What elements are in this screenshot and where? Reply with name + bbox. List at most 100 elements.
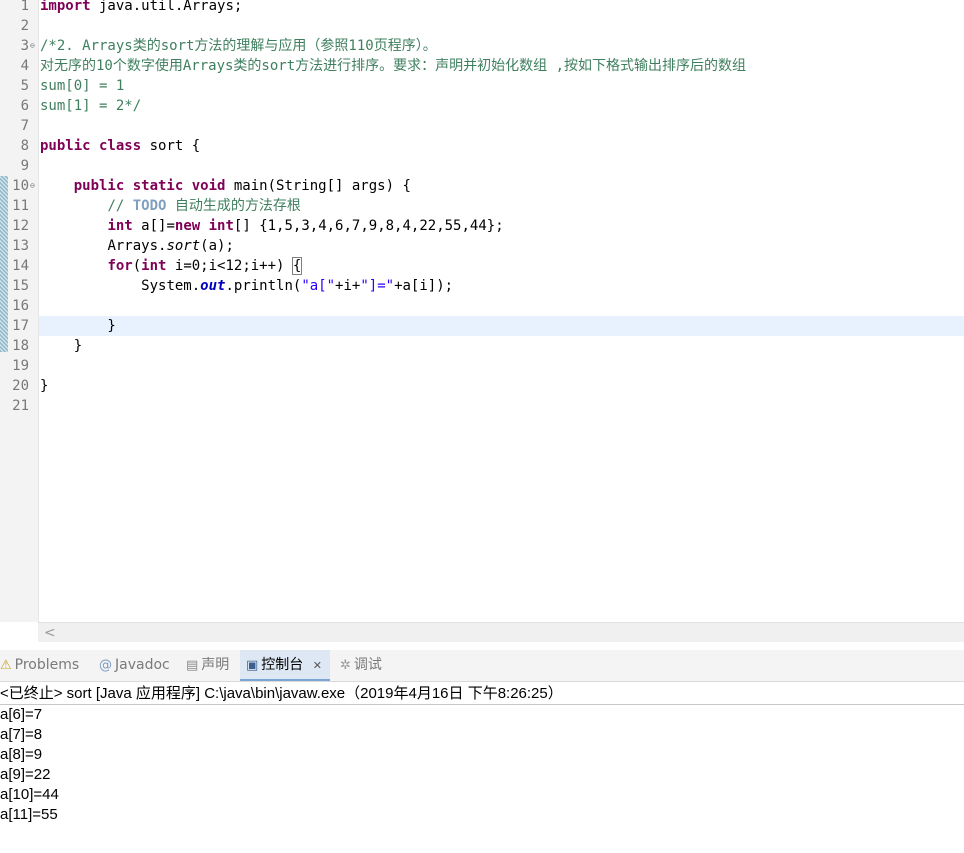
scroll-left-icon[interactable]: < [44,623,56,643]
line-number: 11 [12,198,29,214]
tab-label: Javadoc [115,657,170,673]
warning-icon: ⚠ [0,658,12,673]
keyword: new int [174,218,234,234]
at-sign-icon: @ [99,658,112,673]
string-literal: "]=" [360,278,395,294]
console-icon: ▣ [246,658,259,673]
code-text: a[]= [132,218,175,234]
line-number: 1 [20,0,29,14]
declaration-icon: ▤ [186,658,199,673]
code-line-15: System.out.println("a["+i+"]="+a[i]); [40,276,453,296]
line-number: 4 [20,58,29,74]
line-number: 12 [12,218,29,234]
comment: 自动生成的方法存根 [166,198,301,214]
tab-label: 调试 [353,657,382,673]
code-line-18: } [40,338,83,354]
code-line-6: sum[1] = 2*/ [40,98,142,114]
code-line-12: int a[]=new int[] {1,5,3,4,6,7,9,8,4,22,… [40,216,504,236]
line-number: 6 [20,98,29,114]
line-number: 7 [20,118,29,134]
code-text: +i+ [335,278,361,294]
code-line-20: } [40,378,49,394]
keyword: int [107,218,133,234]
line-number: 13 [12,238,29,254]
tab-problems[interactable]: ⚠ Problems [0,650,79,681]
line-number: 20 [12,378,29,394]
tab-console[interactable]: ▣ 控制台 ✕ [240,650,330,681]
keyword: public static void [73,178,226,194]
code-line-1: import java.util.Arrays; [40,0,242,16]
static-method: sort [166,238,201,254]
tab-javadoc[interactable]: @ Javadoc [99,650,170,681]
panel-tab-bar: ⚠ Problems @ Javadoc ▤ 声明 ▣ 控制台 ✕ ✲ 调试 [0,650,964,682]
tab-label: 控制台 [261,657,304,673]
console-line: a[7]=8 [0,726,43,743]
static-field: out [200,278,226,294]
code-line-11: // TODO 自动生成的方法存根 [40,196,301,216]
tab-label: Problems [14,657,80,673]
current-line-highlight [39,316,964,336]
tab-debug[interactable]: ✲ 调试 [340,650,382,681]
console-line: a[8]=9 [0,746,43,763]
code-text: i=0;i<12;i++) [166,258,293,274]
line-number: 3 [20,38,29,54]
console-output[interactable]: a[6]=7 a[7]=8 a[8]=9 a[9]=22 a[10]=44 a[… [0,705,964,825]
line-number: 21 [12,398,29,414]
line-number: 8 [20,138,29,154]
code-text: ( [132,258,142,274]
code-text: (a); [200,238,234,254]
code-text: .println( [225,278,302,294]
code-line-17: } [40,318,116,334]
code-text: [] {1,5,3,4,6,7,9,8,4,22,55,44}; [233,218,504,234]
todo-tag: TODO [132,198,167,214]
code-text: System. [141,278,201,294]
code-text: main(String[] args) { [225,178,411,194]
fold-toggle-icon[interactable]: ⊖ [30,36,38,56]
string-literal: "a[" [301,278,336,294]
line-number: 10 [12,178,29,194]
line-number: 16 [12,298,29,314]
code-line-10: public static void main(String[] args) { [40,176,411,196]
console-line: a[10]=44 [0,786,59,803]
code-line-8: public class sort { [40,136,200,156]
panel-divider [0,642,964,650]
code-editor[interactable]: 1 2 3 4 5 6 7 8 9 10 11 12 13 14 15 16 1… [0,0,964,622]
tab-declaration[interactable]: ▤ 声明 [186,650,229,681]
close-icon[interactable]: ✕ [313,659,322,672]
console-line: a[9]=22 [0,766,51,783]
keyword: int [141,258,167,274]
line-number: 19 [12,358,29,374]
line-number-gutter: 1 2 3 4 5 6 7 8 9 10 11 12 13 14 15 16 1… [0,0,39,622]
code-line-4: 对无序的10个数字使用Arrays类的sort方法进行排序。要求：声明并初始化数… [40,58,746,74]
debug-icon: ✲ [340,658,351,673]
horizontal-scrollbar[interactable]: < [38,622,964,643]
line-number: 18 [12,338,29,354]
code-text: java.util.Arrays; [90,0,243,14]
code-text: +a[i]); [394,278,454,294]
code-line-3: /*2. Arrays类的sort方法的理解与应用（参照110页程序）。 [40,38,437,54]
line-number: 17 [12,318,29,334]
code-line-13: Arrays.sort(a); [40,236,234,256]
line-number: 14 [12,258,29,274]
line-number: 2 [20,18,29,34]
keyword: for [107,258,133,274]
code-text: Arrays. [107,238,167,254]
tab-label: 声明 [201,657,230,673]
code-line-5: sum[0] = 1 [40,78,125,94]
line-number: 15 [12,278,29,294]
matching-bracket: { [291,257,303,275]
code-text: sort { [141,138,201,154]
console-status-line: <已终止> sort [Java 应用程序] C:\java\bin\javaw… [0,684,964,705]
keyword: import [40,0,91,14]
line-number: 9 [20,158,29,174]
console-line: a[11]=55 [0,806,58,823]
keyword: public class [40,138,142,154]
fold-toggle-icon[interactable]: ⊖ [30,176,38,196]
line-number: 5 [20,78,29,94]
